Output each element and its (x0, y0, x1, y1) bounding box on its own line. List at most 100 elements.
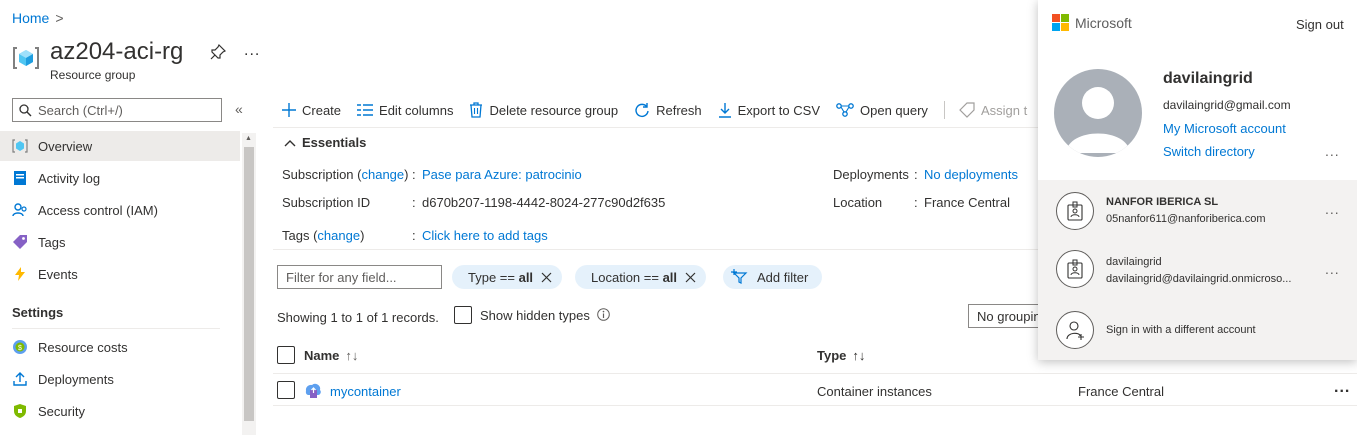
search-placeholder: Search (Ctrl+/) (38, 102, 123, 118)
sidebar-item-label: Tags (38, 234, 66, 250)
tag-icon (12, 234, 28, 250)
resource-location-cell: France Central (1078, 384, 1164, 399)
directory-name[interactable]: NANFOR IBERICA SL (1106, 196, 1218, 208)
sidebar-item-activity-log[interactable]: Activity log (0, 163, 240, 193)
refresh-button[interactable]: Refresh (634, 102, 702, 118)
row-checkbox[interactable] (277, 381, 295, 399)
title-more-button[interactable]: ... (244, 42, 260, 60)
trash-icon (469, 102, 483, 118)
create-label: Create (302, 102, 342, 118)
sidebar-item-label: Activity log (38, 170, 101, 186)
subscription-id-label: Subscription ID (282, 195, 371, 210)
add-filter-button[interactable]: Add filter (723, 265, 823, 289)
pin-icon[interactable] (210, 44, 226, 60)
sort-icon[interactable]: ↑↓ (852, 348, 865, 363)
deployments-sep: : (914, 167, 918, 182)
sidebar-item-resource-costs[interactable]: $ Resource costs (0, 332, 240, 362)
export-csv-button[interactable]: Export to CSV (718, 102, 820, 118)
edit-columns-button[interactable]: Edit columns (357, 103, 453, 118)
show-hidden-types-checkbox[interactable] (454, 306, 472, 324)
upload-icon (12, 371, 28, 387)
sidebar-scroll-thumb[interactable] (244, 147, 254, 421)
sidebar-search-input[interactable]: Search (Ctrl+/) (12, 98, 222, 122)
shield-icon (12, 403, 28, 419)
open-query-label: Open query (860, 102, 928, 118)
svg-text:$: $ (18, 345, 22, 352)
tags-sep: : (412, 228, 416, 243)
sidebar-item-label: Deployments (38, 371, 114, 387)
page-subtitle: Resource group (50, 68, 136, 82)
sign-in-different-account-link[interactable]: Sign in with a different account (1106, 324, 1256, 336)
chevron-up-icon (284, 139, 296, 147)
location-filter-value: all (662, 269, 678, 285)
location-filter-key: Location == (591, 269, 663, 285)
row-more-button[interactable]: ... (1334, 379, 1350, 397)
close-icon[interactable] (685, 272, 696, 283)
table-header-divider (273, 373, 1357, 374)
sidebar-item-security[interactable]: Security (0, 396, 240, 426)
add-account-icon[interactable] (1056, 311, 1094, 349)
directory-more-button[interactable]: ... (1325, 261, 1340, 277)
filter-input[interactable]: Filter for any field... (277, 265, 442, 289)
sidebar-item-events[interactable]: Events (0, 259, 240, 289)
column-header-type[interactable]: Type ↑↓ (817, 348, 865, 363)
tags-change-link[interactable]: change (317, 228, 360, 243)
filter-placeholder: Filter for any field... (286, 269, 397, 285)
sort-icon[interactable]: ↑↓ (345, 348, 358, 363)
toolbar-separator (943, 101, 945, 119)
sidebar-item-overview[interactable]: Overview (0, 131, 240, 161)
subscription-value-link[interactable]: Pase para Azure: patrocinio (422, 167, 582, 182)
open-query-button[interactable]: Open query (836, 102, 928, 118)
directory-more-button[interactable]: ... (1325, 201, 1340, 217)
microsoft-logo: Microsoft (1052, 14, 1132, 31)
account-more-button[interactable]: ... (1325, 143, 1340, 159)
essentials-toggle[interactable]: Essentials (284, 135, 366, 150)
sidebar-item-label: Resource costs (38, 339, 128, 355)
sign-out-button[interactable]: Sign out (1296, 17, 1344, 32)
sidebar-item-label: Access control (IAM) (38, 202, 158, 218)
add-filter-icon (731, 269, 749, 285)
toolbar-divider (273, 127, 1053, 128)
type-filter-pill[interactable]: Type == all (452, 265, 563, 289)
column-header-name[interactable]: Name ↑↓ (304, 348, 358, 363)
location-filter-label: Location == all (591, 270, 677, 285)
close-icon[interactable] (541, 272, 552, 283)
breadcrumb-home-link[interactable]: Home (12, 10, 49, 26)
sidebar-item-deployments[interactable]: Deployments (0, 364, 240, 394)
location-filter-pill[interactable]: Location == all (575, 265, 707, 289)
assign-tags-button[interactable]: Assign t (959, 102, 1027, 118)
directory-name[interactable]: davilaingrid (1106, 256, 1162, 268)
add-tags-link[interactable]: Click here to add tags (422, 228, 548, 243)
microsoft-squares-icon (1052, 14, 1069, 31)
sidebar-item-iam[interactable]: Access control (IAM) (0, 195, 240, 225)
tags-label-end: ) (360, 228, 365, 243)
sidebar-item-label: Overview (38, 138, 93, 154)
settings-section-header: Settings (12, 305, 64, 320)
directory-list: NANFOR IBERICA SL 05nanfor611@nanforiber… (1038, 180, 1357, 360)
subscription-id-sep: : (412, 195, 416, 210)
type-filter-key: Type == (468, 269, 519, 285)
deployments-link[interactable]: No deployments (924, 167, 1018, 182)
sidebar-item-tags[interactable]: Tags (0, 227, 240, 257)
info-icon[interactable] (597, 308, 610, 321)
subscription-change-link[interactable]: change (361, 167, 404, 182)
location-label: Location (833, 195, 883, 210)
edit-columns-label: Edit columns (379, 102, 454, 118)
tag-outline-icon (959, 102, 975, 118)
scroll-up-icon[interactable]: ▲ (245, 135, 252, 142)
type-filter-value: all (518, 269, 534, 285)
collapse-sidebar-button[interactable]: « (235, 101, 243, 117)
resource-name-link[interactable]: mycontainer (330, 384, 401, 399)
delete-resource-group-button[interactable]: Delete resource group (469, 102, 618, 118)
deployments-label: Deployments (833, 167, 909, 182)
location-sep: : (914, 195, 918, 210)
create-button[interactable]: Create (282, 103, 341, 118)
select-all-checkbox[interactable] (277, 346, 295, 364)
my-microsoft-account-link[interactable]: My Microsoft account (1163, 121, 1286, 136)
lightning-icon (12, 266, 28, 282)
container-instance-icon (304, 381, 322, 399)
directory-badge-icon (1056, 192, 1094, 230)
account-flyout: Microsoft Sign out davilaingrid davilain… (1038, 0, 1357, 360)
directory-badge-icon (1056, 250, 1094, 288)
switch-directory-link[interactable]: Switch directory (1163, 144, 1255, 159)
